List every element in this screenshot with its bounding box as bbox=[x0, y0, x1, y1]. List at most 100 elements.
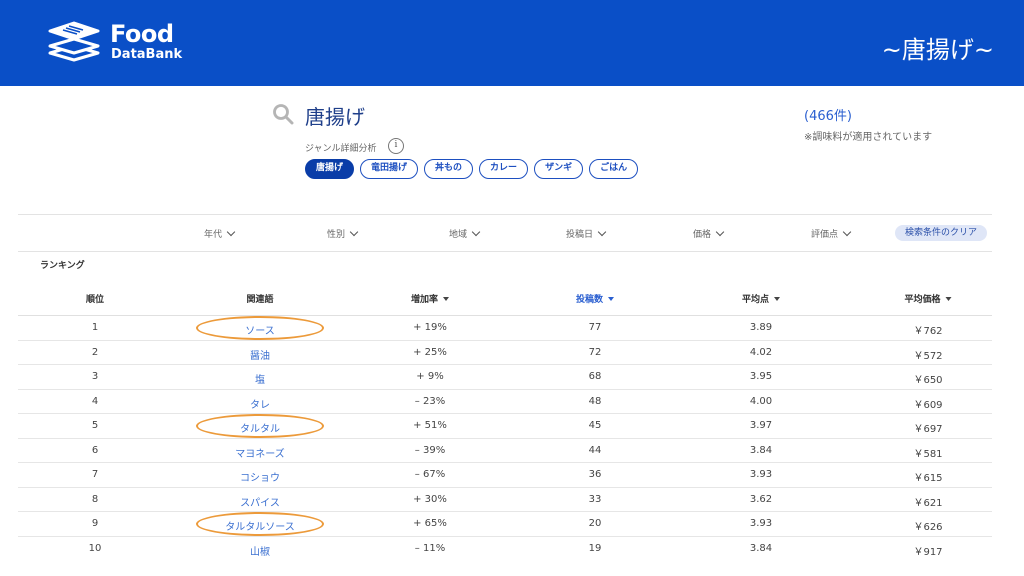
header-posts[interactable]: 投稿数 bbox=[575, 292, 615, 305]
table-row: 2 醤油 + 25% 72 4.02 ￥572 bbox=[18, 341, 992, 365]
cell-term[interactable]: 山椒 bbox=[250, 543, 270, 558]
cell-rank: 5 bbox=[91, 420, 99, 431]
filter-age[interactable]: 年代 bbox=[204, 227, 236, 240]
filter-post-date[interactable]: 投稿日 bbox=[566, 227, 607, 240]
cell-posts: 77 bbox=[588, 322, 602, 333]
cell-posts: 68 bbox=[588, 371, 602, 382]
cell-rank: 10 bbox=[88, 542, 102, 554]
header-avg-price[interactable]: 平均価格 bbox=[904, 292, 952, 305]
header-posts-label: 投稿数 bbox=[575, 295, 604, 305]
filter-price[interactable]: 価格 bbox=[693, 227, 725, 240]
cell-avg-score: 3.84 bbox=[749, 444, 773, 456]
table-row: 4 タレ – 23% 48 4.00 ￥609 bbox=[18, 390, 992, 414]
genre-chip-tatsuta[interactable]: 竜田揚げ bbox=[360, 159, 419, 179]
cell-avg-score: 3.89 bbox=[749, 322, 773, 333]
cell-posts: 36 bbox=[588, 469, 602, 480]
cell-term[interactable]: マヨネーズ bbox=[235, 445, 285, 460]
filter-region[interactable]: 地域 bbox=[449, 227, 481, 240]
cell-avg-score: 3.93 bbox=[749, 469, 773, 480]
cell-rank: 6 bbox=[91, 444, 99, 456]
genre-chips: 唐揚げ 竜田揚げ 丼もの カレー ザンギ ごはん bbox=[305, 159, 639, 179]
filter-rating[interactable]: 評価点 bbox=[811, 227, 852, 240]
cell-avg-score: 3.95 bbox=[749, 371, 773, 382]
cell-avg-score: 3.62 bbox=[749, 493, 773, 505]
filter-label: 価格 bbox=[693, 230, 712, 240]
chevron-down-icon bbox=[842, 227, 852, 237]
cell-growth: + 9% bbox=[416, 371, 444, 382]
filter-label: 投稿日 bbox=[566, 230, 594, 240]
header-term: 関連語 bbox=[246, 295, 274, 305]
filter-label: 評価点 bbox=[811, 230, 839, 240]
filter-bar: 年代 性別 地域 投稿日 価格 評価点 検索条件のクリア bbox=[18, 214, 992, 252]
cell-growth: + 30% bbox=[413, 493, 447, 505]
header-growth-label: 増加率 bbox=[410, 295, 439, 305]
cell-term[interactable]: 醤油 bbox=[250, 347, 270, 362]
cell-term[interactable]: タレ bbox=[250, 396, 270, 411]
cell-posts: 33 bbox=[588, 493, 602, 505]
cell-term[interactable]: タルタル bbox=[240, 420, 280, 435]
genre-analysis-label: ジャンル詳細分析 bbox=[305, 144, 377, 154]
cell-rank: 7 bbox=[91, 469, 99, 480]
header-growth[interactable]: 増加率 bbox=[410, 292, 450, 305]
cell-term[interactable]: 塩 bbox=[255, 371, 265, 386]
sort-arrow-icon bbox=[443, 297, 450, 301]
clear-filters-button[interactable]: 検索条件のクリア bbox=[895, 225, 988, 241]
logo[interactable]: Food DataBank bbox=[48, 20, 198, 70]
genre-chip-gohan[interactable]: ごはん bbox=[589, 159, 639, 179]
cell-growth: + 65% bbox=[413, 518, 447, 529]
info-icon[interactable]: i bbox=[388, 138, 404, 154]
filter-gender[interactable]: 性別 bbox=[327, 227, 359, 240]
cell-growth: – 23% bbox=[414, 395, 446, 407]
table-row: 10 山椒 – 11% 19 3.84 ￥917 bbox=[18, 537, 992, 562]
cell-posts: 48 bbox=[588, 395, 602, 407]
cell-growth: + 25% bbox=[413, 346, 447, 358]
cell-avg-price: ￥615 bbox=[913, 473, 943, 484]
genre-chip-karaage[interactable]: 唐揚げ bbox=[305, 159, 355, 179]
cell-term[interactable]: タルタルソース bbox=[225, 518, 295, 533]
header-avg-price-label: 平均価格 bbox=[904, 295, 941, 305]
search-query[interactable]: 唐揚げ bbox=[305, 101, 365, 130]
cell-avg-price: ￥609 bbox=[913, 399, 943, 411]
header-avg-score[interactable]: 平均点 bbox=[741, 292, 781, 305]
result-count: (466件) bbox=[804, 109, 852, 124]
header-bar: Food DataBank ~唐揚げ~ bbox=[0, 0, 1024, 86]
cell-growth: – 67% bbox=[414, 469, 446, 480]
table-row: 9 タルタルソース + 65% 20 3.93 ￥626 bbox=[18, 512, 992, 537]
genre-chip-zangi[interactable]: ザンギ bbox=[534, 159, 584, 179]
cell-avg-score: 3.84 bbox=[749, 542, 773, 554]
cell-avg-score: 4.02 bbox=[749, 346, 773, 358]
ranking-table: 順位 関連語 増加率 投稿数 平均点 平均価格 1 ソース + 19% 77 3… bbox=[18, 282, 992, 561]
table-header: 順位 関連語 増加率 投稿数 平均点 平均価格 bbox=[18, 282, 992, 316]
cell-term[interactable]: ソース bbox=[245, 322, 275, 337]
cell-term[interactable]: スパイス bbox=[240, 494, 280, 509]
chevron-down-icon bbox=[471, 227, 481, 237]
table-row: 3 塩 + 9% 68 3.95 ￥650 bbox=[18, 365, 992, 390]
logo-text-food: Food bbox=[110, 20, 174, 48]
ranking-label: ランキング bbox=[40, 261, 85, 271]
cell-growth: + 19% bbox=[413, 322, 447, 333]
cell-rank: 1 bbox=[91, 322, 99, 333]
cell-posts: 44 bbox=[588, 444, 602, 456]
cell-growth: – 11% bbox=[414, 542, 446, 554]
cell-term[interactable]: コショウ bbox=[240, 469, 280, 484]
cell-avg-price: ￥917 bbox=[913, 546, 943, 558]
chevron-down-icon bbox=[715, 227, 725, 237]
cell-avg-price: ￥626 bbox=[913, 522, 943, 533]
cell-growth: + 51% bbox=[413, 420, 447, 431]
table-row: 1 ソース + 19% 77 3.89 ￥762 bbox=[18, 316, 992, 341]
search-icon[interactable] bbox=[272, 103, 294, 125]
page-title: ~唐揚げ~ bbox=[881, 36, 994, 64]
cell-rank: 2 bbox=[91, 346, 99, 358]
cell-posts: 20 bbox=[588, 518, 602, 529]
cell-avg-price: ￥697 bbox=[913, 424, 943, 435]
cell-avg-price: ￥762 bbox=[913, 326, 943, 337]
cell-posts: 72 bbox=[588, 346, 602, 358]
chevron-down-icon bbox=[226, 227, 236, 237]
logo-text-databank: DataBank bbox=[111, 47, 183, 62]
table-row: 7 コショウ – 67% 36 3.93 ￥615 bbox=[18, 463, 992, 488]
genre-chip-donburi[interactable]: 丼もの bbox=[424, 159, 474, 179]
header-avg-score-label: 平均点 bbox=[741, 295, 770, 305]
cell-rank: 3 bbox=[91, 371, 99, 382]
genre-chip-curry[interactable]: カレー bbox=[479, 159, 529, 179]
cell-avg-score: 3.93 bbox=[749, 518, 773, 529]
